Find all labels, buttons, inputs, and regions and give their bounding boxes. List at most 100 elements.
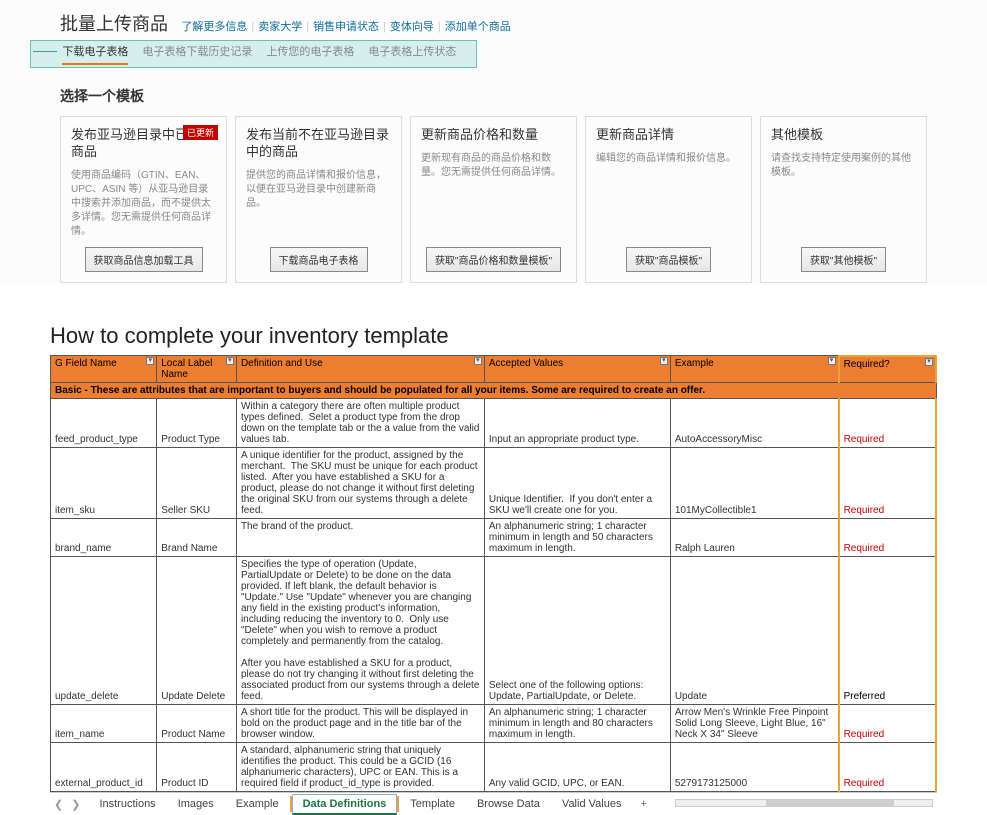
table-cell[interactable]: Seller SKU bbox=[157, 448, 237, 519]
table-cell[interactable]: item_name bbox=[51, 705, 157, 743]
table-cell[interactable]: 5279173125000 bbox=[670, 743, 838, 792]
sub-tab[interactable]: 电子表格下载历史记录 bbox=[142, 43, 252, 63]
highlight-callout: 下载电子表格电子表格下载历史记录上传您的电子表格电子表格上传状态 bbox=[30, 40, 477, 68]
sheet-tab[interactable]: Instructions bbox=[88, 794, 166, 814]
table-cell[interactable]: Required bbox=[839, 519, 936, 557]
table-cell[interactable]: Product Name bbox=[157, 705, 237, 743]
header-link[interactable]: 了解更多信息 bbox=[181, 21, 247, 33]
header-link[interactable]: 卖家大学 bbox=[258, 21, 302, 33]
sub-tabs: 下载电子表格电子表格下载历史记录上传您的电子表格电子表格上传状态 bbox=[62, 46, 470, 58]
table-cell[interactable]: Required bbox=[839, 743, 936, 792]
table-row: item_skuSeller SKUA unique identifier fo… bbox=[51, 448, 937, 519]
table-cell[interactable]: Brand Name bbox=[157, 519, 237, 557]
filter-icon[interactable]: ▾ bbox=[474, 357, 482, 365]
table-cell[interactable]: A standard, alphanumeric string that uni… bbox=[236, 743, 484, 792]
template-card: 已更新发布亚马逊目录中已有的商品使用商品编码（GTIN、EAN、UPC、ASIN… bbox=[60, 116, 227, 283]
sheet-add[interactable]: + bbox=[632, 795, 654, 813]
sheet-tab[interactable]: Valid Values bbox=[551, 794, 633, 814]
table-cell[interactable]: Update Delete bbox=[157, 557, 237, 705]
filter-icon[interactable]: ▾ bbox=[226, 357, 234, 365]
sheet-tab-highlight: Data Definitions bbox=[290, 796, 400, 812]
template-card: 发布当前不在亚马逊目录中的商品提供您的商品详情和报价信息，以便在亚马逊目录中创建… bbox=[235, 116, 402, 283]
table-cell[interactable]: item_sku bbox=[51, 448, 157, 519]
column-header[interactable]: Example▾ bbox=[670, 356, 838, 383]
sheet-tab[interactable]: Images bbox=[167, 794, 225, 814]
table-cell[interactable]: Preferred bbox=[839, 557, 936, 705]
column-header[interactable]: Accepted Values▾ bbox=[484, 356, 670, 383]
sheet-nav-first[interactable]: ❮ bbox=[54, 798, 63, 811]
table-cell[interactable]: 101MyCollectible1 bbox=[670, 448, 838, 519]
filter-icon[interactable]: ▾ bbox=[828, 357, 836, 365]
card-title: 更新商品详情 bbox=[596, 127, 741, 144]
card-desc: 更新现有商品的商品价格和数量。您无需提供任何商品详情。 bbox=[421, 152, 566, 239]
table-cell[interactable]: Unique Identifier. If you don't enter a … bbox=[484, 448, 670, 519]
table-cell[interactable]: Required bbox=[839, 705, 936, 743]
table-cell[interactable]: Required bbox=[839, 399, 936, 448]
sub-tab[interactable]: 电子表格上传状态 bbox=[368, 43, 456, 63]
table-cell[interactable]: Update bbox=[670, 557, 838, 705]
table-cell[interactable]: An alphanumeric string; 1 character mini… bbox=[484, 519, 670, 557]
template-cards: 已更新发布亚马逊目录中已有的商品使用商品编码（GTIN、EAN、UPC、ASIN… bbox=[60, 116, 927, 283]
table-cell[interactable]: Input an appropriate product type. bbox=[484, 399, 670, 448]
card-button[interactable]: 获取商品信息加载工具 bbox=[85, 247, 203, 272]
sheet-nav-prev[interactable]: ❯ bbox=[71, 798, 80, 811]
column-header[interactable]: Definition and Use▾ bbox=[236, 356, 484, 383]
badge-updated: 已更新 bbox=[183, 125, 218, 140]
table-cell[interactable]: Product ID bbox=[157, 743, 237, 792]
header-link[interactable]: 销售申请状态 bbox=[313, 21, 379, 33]
sheet-tab[interactable]: Example bbox=[225, 794, 290, 814]
column-header[interactable]: G Field Name▾ bbox=[51, 356, 157, 383]
card-title: 更新商品价格和数量 bbox=[421, 127, 566, 144]
table-cell[interactable]: Arrow Men's Wrinkle Free Pinpoint Solid … bbox=[670, 705, 838, 743]
table-row: feed_product_typeProduct TypeWithin a ca… bbox=[51, 399, 937, 448]
sub-tab[interactable]: 下载电子表格 bbox=[62, 43, 128, 65]
card-button[interactable]: 获取"商品模板" bbox=[626, 247, 711, 272]
template-card: 其他模板请查找支持特定使用案例的其他模板。获取"其他模板" bbox=[760, 116, 927, 283]
template-card: 更新商品价格和数量更新现有商品的商品价格和数量。您无需提供任何商品详情。获取"商… bbox=[410, 116, 577, 283]
card-desc: 使用商品编码（GTIN、EAN、UPC、ASIN 等）从亚马逊目录中搜索并添加商… bbox=[71, 169, 216, 239]
table-cell[interactable]: brand_name bbox=[51, 519, 157, 557]
table-row: external_product_idProduct IDA standard,… bbox=[51, 743, 937, 792]
column-header[interactable]: Required?▾ bbox=[839, 356, 936, 383]
card-button[interactable]: 获取"商品价格和数量模板" bbox=[426, 247, 561, 272]
card-button[interactable]: 下载商品电子表格 bbox=[270, 247, 368, 272]
table-cell[interactable]: Within a category there are often multip… bbox=[236, 399, 484, 448]
table-cell[interactable]: feed_product_type bbox=[51, 399, 157, 448]
table-row: item_nameProduct NameA short title for t… bbox=[51, 705, 937, 743]
filter-icon[interactable]: ▾ bbox=[660, 357, 668, 365]
card-desc: 提供您的商品详情和报价信息，以便在亚马逊目录中创建新商品。 bbox=[246, 169, 391, 239]
sub-tab[interactable]: 上传您的电子表格 bbox=[266, 43, 354, 63]
table-cell[interactable]: Product Type bbox=[157, 399, 237, 448]
sheet-tab[interactable]: Browse Data bbox=[466, 794, 551, 814]
section-row: Basic - These are attributes that are im… bbox=[51, 383, 937, 399]
table-cell[interactable]: An alphanumeric string; 1 character mini… bbox=[484, 705, 670, 743]
sheet-tab[interactable]: Data Definitions bbox=[292, 794, 398, 815]
table-cell[interactable]: Required bbox=[839, 448, 936, 519]
header-link[interactable]: 添加单个商品 bbox=[445, 21, 511, 33]
table-row: update_deleteUpdate DeleteSpecifies the … bbox=[51, 557, 937, 705]
table-cell[interactable]: Ralph Lauren bbox=[670, 519, 838, 557]
table-cell[interactable]: update_delete bbox=[51, 557, 157, 705]
table-cell[interactable]: Specifies the type of operation (Update,… bbox=[236, 557, 484, 705]
table-cell[interactable]: A unique identifier for the product, ass… bbox=[236, 448, 484, 519]
header-links: 了解更多信息|卖家大学|销售申请状态|变体向导|添加单个商品 bbox=[181, 18, 510, 34]
sheet-scrollbar[interactable] bbox=[675, 799, 933, 809]
table-cell[interactable]: The brand of the product. bbox=[236, 519, 484, 557]
table-row: brand_nameBrand NameThe brand of the pro… bbox=[51, 519, 937, 557]
filter-icon[interactable]: ▾ bbox=[146, 357, 154, 365]
header-link[interactable]: 变体向导 bbox=[390, 21, 434, 33]
table-cell[interactable]: AutoAccessoryMisc bbox=[670, 399, 838, 448]
column-header[interactable]: Local Label Name▾ bbox=[157, 356, 237, 383]
page-title: 批量上传商品 bbox=[60, 10, 168, 36]
excel-title: How to complete your inventory template bbox=[50, 323, 937, 349]
table-cell[interactable]: Select one of the following options: Upd… bbox=[484, 557, 670, 705]
card-desc: 请查找支持特定使用案例的其他模板。 bbox=[771, 152, 916, 239]
filter-icon[interactable]: ▾ bbox=[925, 358, 933, 366]
card-title: 发布当前不在亚马逊目录中的商品 bbox=[246, 127, 391, 161]
card-button[interactable]: 获取"其他模板" bbox=[801, 247, 886, 272]
table-cell[interactable]: external_product_id bbox=[51, 743, 157, 792]
sheet-tab[interactable]: Template bbox=[399, 794, 466, 814]
sheet-tab-bar: ❮ ❯ InstructionsImagesExampleData Defini… bbox=[50, 792, 937, 815]
table-cell[interactable]: Any valid GCID, UPC, or EAN. bbox=[484, 743, 670, 792]
table-cell[interactable]: A short title for the product. This will… bbox=[236, 705, 484, 743]
